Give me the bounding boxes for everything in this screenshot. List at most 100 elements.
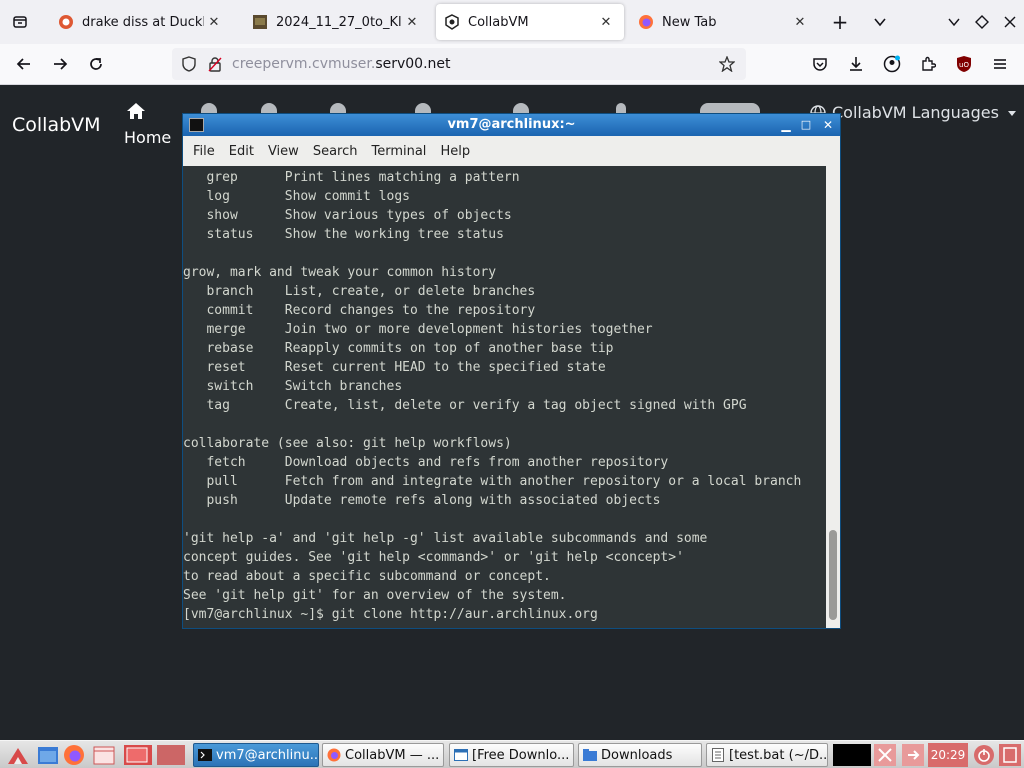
menu-hamburger-icon[interactable]: [986, 50, 1014, 78]
browser-tab-bar: drake diss at DuckDuckGo ✕ 2024_11_27_0t…: [0, 0, 1024, 44]
partially-hidden-nav-icon[interactable]: [201, 103, 217, 113]
back-arrow-icon[interactable]: [10, 50, 38, 78]
menu-file[interactable]: File: [193, 144, 215, 159]
pocket-icon[interactable]: [806, 50, 834, 78]
terminal-output[interactable]: grep Print lines matching a pattern log …: [183, 166, 826, 628]
svg-text:uO: uO: [959, 61, 969, 69]
folder-icon: [583, 748, 597, 762]
task-label: Downloads: [601, 747, 673, 763]
terminal-line: collaborate (see also: git help workflow…: [183, 436, 512, 451]
task-free-download[interactable]: [Free Downlo...: [449, 743, 574, 767]
close-tab-icon[interactable]: ✕: [402, 12, 422, 32]
task-downloads[interactable]: Downloads: [578, 743, 702, 767]
forward-arrow-icon[interactable]: [46, 50, 74, 78]
partially-hidden-nav-icon[interactable]: [513, 103, 529, 113]
terminal-titlebar[interactable]: vm7@archlinux:~ ▁ □ ✕: [183, 114, 840, 136]
show-desktop-icon[interactable]: [999, 744, 1021, 766]
tab-list-icon[interactable]: [6, 8, 34, 36]
reload-icon[interactable]: [82, 50, 110, 78]
scrollbar-thumb[interactable]: [829, 530, 837, 620]
file-manager-icon[interactable]: [36, 744, 58, 766]
workspace-1-icon[interactable]: [123, 744, 153, 766]
image-thumbnail-icon: [252, 14, 268, 30]
terminal-line: merge Join two or more development histo…: [183, 322, 653, 337]
tab-title: CollabVM: [468, 14, 529, 30]
close-tab-icon[interactable]: ✕: [790, 12, 810, 32]
duckduckgo-icon: [58, 14, 74, 30]
tab-image[interactable]: 2024_11_27_0to_Klek ✕: [244, 4, 430, 40]
terminal-line: log Show commit logs: [183, 189, 410, 204]
power-icon[interactable]: [973, 744, 995, 766]
url-text: creepervm.cvmuser.serv00.net: [232, 56, 451, 72]
terminal-line: rebase Reapply commits on top of another…: [183, 341, 614, 356]
terminal-line: tag Create, list, delete or verify a tag…: [183, 398, 747, 413]
task-terminal[interactable]: vm7@archlinu...: [193, 743, 319, 767]
new-tab-icon[interactable]: +: [826, 8, 854, 36]
tab-duckduckgo[interactable]: drake diss at DuckDuckGo ✕: [50, 4, 232, 40]
partially-hidden-nav-icon[interactable]: [616, 103, 626, 113]
partially-hidden-nav-icon[interactable]: [330, 103, 346, 113]
terminal-prompt-line: [vm7@archlinux ~]$ git clone http://aur.…: [183, 607, 598, 622]
menu-edit[interactable]: Edit: [229, 144, 254, 159]
terminal-scrollbar[interactable]: [826, 166, 840, 628]
firefox-icon: [638, 14, 654, 30]
tab-new-tab[interactable]: New Tab ✕: [630, 4, 818, 40]
menu-help[interactable]: Help: [440, 144, 470, 159]
task-text-editor[interactable]: [test.bat (~/D...: [706, 743, 828, 767]
caret-down-icon: [1007, 109, 1017, 117]
firefox-icon[interactable]: [63, 744, 85, 766]
tab-collabvm[interactable]: CollabVM ✕: [436, 4, 624, 40]
terminal-line: reset Reset current HEAD to the specifie…: [183, 360, 606, 375]
partially-hidden-nav-icon[interactable]: [700, 103, 760, 113]
menu-terminal[interactable]: Terminal: [371, 144, 426, 159]
minimize-icon[interactable]: [940, 8, 968, 36]
bookmark-star-icon[interactable]: [718, 55, 736, 73]
terminal-line: status Show the working tree status: [183, 227, 504, 242]
nav-home-link[interactable]: Home: [124, 102, 171, 147]
terminal-line: concept guides. See 'git help <command>'…: [183, 550, 684, 565]
terminal-line: 'git help -a' and 'git help -g' list ava…: [183, 531, 708, 546]
languages-label: CollabVM Languages: [832, 103, 999, 122]
close-tab-icon[interactable]: ✕: [204, 12, 224, 32]
url-bar[interactable]: creepervm.cvmuser.serv00.net: [172, 48, 746, 80]
maximize-icon[interactable]: □: [799, 118, 813, 132]
close-window-icon[interactable]: [996, 8, 1024, 36]
task-collabvm-firefox[interactable]: CollabVM — ...: [322, 743, 444, 767]
task-label: [test.bat (~/D...: [729, 747, 828, 763]
partially-hidden-nav-icon[interactable]: [415, 103, 431, 113]
terminal-window[interactable]: vm7@archlinux:~ ▁ □ ✕ File Edit View Sea…: [182, 113, 841, 629]
insecure-lock-icon[interactable]: [206, 55, 224, 73]
browser-nav-bar: creepervm.cvmuser.serv00.net uO: [0, 44, 1024, 85]
workspace-2-icon[interactable]: [156, 744, 186, 766]
minimize-icon[interactable]: ▁: [779, 118, 793, 132]
tab-title: drake diss at DuckDuckGo: [82, 14, 204, 30]
languages-dropdown[interactable]: CollabVM Languages: [810, 103, 1017, 122]
shield-icon[interactable]: [180, 55, 198, 73]
start-menu-icon[interactable]: [6, 744, 28, 766]
extensions-icon[interactable]: [914, 50, 942, 78]
menu-view[interactable]: View: [268, 144, 299, 159]
partially-hidden-nav-icon[interactable]: [261, 103, 277, 113]
tab-title: 2024_11_27_0to_Klek: [276, 14, 402, 30]
terminal-line: switch Switch branches: [183, 379, 403, 394]
menu-search[interactable]: Search: [313, 144, 358, 159]
close-icon[interactable]: ✕: [821, 118, 835, 132]
window-icon: [454, 748, 468, 762]
clock[interactable]: 20:29: [928, 743, 968, 767]
terminal-icon: [198, 748, 212, 762]
close-tab-icon[interactable]: ✕: [596, 12, 616, 32]
terminal-line: pull Fetch from and integrate with anoth…: [183, 474, 802, 489]
downloads-icon[interactable]: [842, 50, 870, 78]
network-icon[interactable]: [874, 744, 896, 766]
window-icon[interactable]: [92, 744, 115, 766]
ublock-origin-icon[interactable]: uO: [950, 50, 978, 78]
collabvm-brand[interactable]: CollabVM: [12, 114, 101, 136]
terminal-line: commit Record changes to the repository: [183, 303, 536, 318]
chevron-down-icon[interactable]: [866, 8, 894, 36]
firefox-icon: [327, 748, 341, 762]
account-icon[interactable]: [878, 50, 906, 78]
update-icon[interactable]: [902, 744, 924, 766]
maximize-icon[interactable]: [968, 8, 996, 36]
